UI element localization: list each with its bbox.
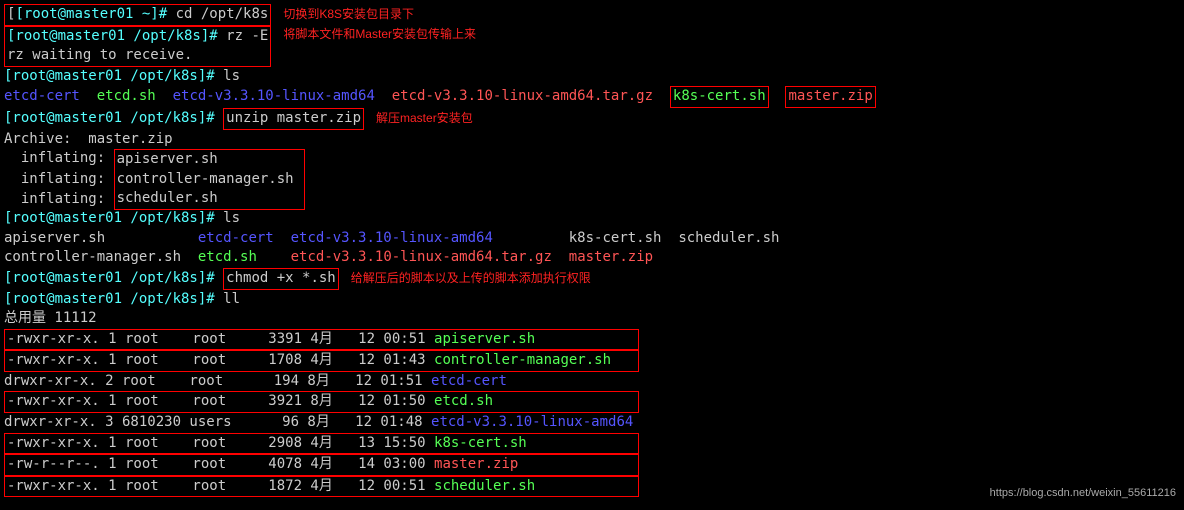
cmd-cd: cd /opt/k8s [176, 6, 269, 22]
line-ll: [root@master01 /opt/k8s]# ll [4, 290, 1180, 310]
archive-f3: scheduler.sh [117, 190, 218, 206]
line-chmod: [root@master01 /opt/k8s]# chmod +x *.sh 给… [4, 268, 1180, 290]
line-unzip: [root@master01 /opt/k8s]# unzip master.z… [4, 108, 1180, 130]
ll-row: -rwxr-xr-x. 1 root root 3391 4月 12 00:51… [4, 329, 1180, 351]
ll-filename: apiserver.sh [434, 331, 535, 347]
cmd-chmod: chmod +x *.sh [223, 268, 339, 290]
ll-total: 总用量 11112 [4, 309, 1180, 329]
ll-row-box: -rw-r--r--. 1 root root 4078 4月 14 03:00… [4, 454, 639, 476]
prompt-k8s-4: [root@master01 /opt/k8s]# [4, 210, 215, 226]
rz-wait: rz waiting to receive. [7, 47, 192, 63]
cmd-ls2: ls [223, 210, 240, 226]
ls1-master-zip: master.zip [785, 86, 875, 108]
ls1-etcd-cert: etcd-cert [4, 88, 80, 104]
line-rz: [root@master01 /opt/k8s]# rz -E rz waitin… [4, 26, 1180, 67]
ls1-output: etcd-cert etcd.sh etcd-v3.3.10-linux-amd… [4, 86, 1180, 108]
ll-filename: controller-manager.sh [434, 352, 611, 368]
ls1-etcd-tar: etcd-v3.3.10-linux-amd64.tar.gz [392, 88, 653, 104]
note-unzip: 解压master安装包 [376, 111, 473, 125]
ll-row: drwxr-xr-x. 3 6810230 users 96 8月 12 01:… [4, 413, 1180, 433]
archive-header: Archive: master.zip [4, 130, 1180, 150]
ls2-row1: apiserver.sh etcd-cert etcd-v3.3.10-linu… [4, 229, 1180, 249]
ls1-k8s-cert: k8s-cert.sh [670, 86, 769, 108]
cmd-ll: ll [223, 291, 240, 307]
ll-filename: k8s-cert.sh [434, 435, 527, 451]
ll-row-box: -rwxr-xr-x. 1 root root 2908 4月 13 15:50… [4, 433, 639, 455]
cmd-rz: rz -E [226, 28, 268, 44]
prompt-k8s-2: [root@master01 /opt/k8s]# [4, 68, 215, 84]
ll-row-box: -rwxr-xr-x. 1 root root 1872 4月 12 00:51… [4, 476, 639, 498]
ll-row: -rwxr-xr-x. 1 root root 3921 8月 12 01:50… [4, 391, 1180, 413]
watermark: https://blog.csdn.net/weixin_55611216 [990, 486, 1176, 501]
ll-filename: etcd-v3.3.10-linux-amd64 [431, 414, 633, 430]
ll-row: -rw-r--r--. 1 root root 4078 4月 14 03:00… [4, 454, 1180, 476]
prompt-k8s-3: [root@master01 /opt/k8s]# [4, 110, 215, 126]
line-ls1: [root@master01 /opt/k8s]# ls [4, 67, 1180, 87]
ls1-etcd-dir: etcd-v3.3.10-linux-amd64 [173, 88, 375, 104]
note-cd: 切换到K8S安装包目录下 [283, 7, 414, 21]
line-ls2: [root@master01 /opt/k8s]# ls [4, 209, 1180, 229]
ls1-etcd-sh: etcd.sh [97, 88, 156, 104]
prompt-home: [root@master01 ~]# [15, 6, 167, 22]
ll-row: -rwxr-xr-x. 1 root root 1708 4月 12 01:43… [4, 350, 1180, 372]
ll-filename: etcd.sh [434, 393, 493, 409]
note-chmod: 给解压后的脚本以及上传的脚本添加执行权限 [351, 271, 591, 285]
archive-f1: apiserver.sh [117, 151, 218, 167]
cmd-unzip: unzip master.zip [223, 108, 364, 130]
cmd-cd-box: [[root@master01 ~]# cd /opt/k8s [4, 4, 271, 26]
ll-row: drwxr-xr-x. 2 root root 194 8月 12 01:51 … [4, 372, 1180, 392]
cmd-rz-box: [root@master01 /opt/k8s]# rz -E rz waitin… [4, 26, 271, 67]
ll-filename: etcd-cert [431, 373, 507, 389]
ll-row-box: -rwxr-xr-x. 1 root root 1708 4月 12 01:43… [4, 350, 639, 372]
ll-filename: scheduler.sh [434, 478, 535, 494]
ll-filename: master.zip [434, 456, 518, 472]
ls2-row2: controller-manager.sh etcd.sh etcd-v3.3.… [4, 248, 1180, 268]
prompt-k8s-1: [root@master01 /opt/k8s]# [7, 28, 218, 44]
line-cd: [[root@master01 ~]# cd /opt/k8s 切换到K8S安装包… [4, 4, 1180, 26]
note-rz: 将脚本文件和Master安装包传输上来 [283, 27, 476, 41]
archive-files-box: apiserver.sh controller-manager.sh sched… [114, 149, 305, 210]
ll-row-box: -rwxr-xr-x. 1 root root 3391 4月 12 00:51… [4, 329, 639, 351]
cmd-ls1: ls [223, 68, 240, 84]
ll-row-box: -rwxr-xr-x. 1 root root 3921 8月 12 01:50… [4, 391, 639, 413]
ll-row: -rwxr-xr-x. 1 root root 2908 4月 13 15:50… [4, 433, 1180, 455]
prompt-k8s-6: [root@master01 /opt/k8s]# [4, 291, 215, 307]
prompt-k8s-5: [root@master01 /opt/k8s]# [4, 270, 215, 286]
archive-f2: controller-manager.sh [117, 171, 294, 187]
